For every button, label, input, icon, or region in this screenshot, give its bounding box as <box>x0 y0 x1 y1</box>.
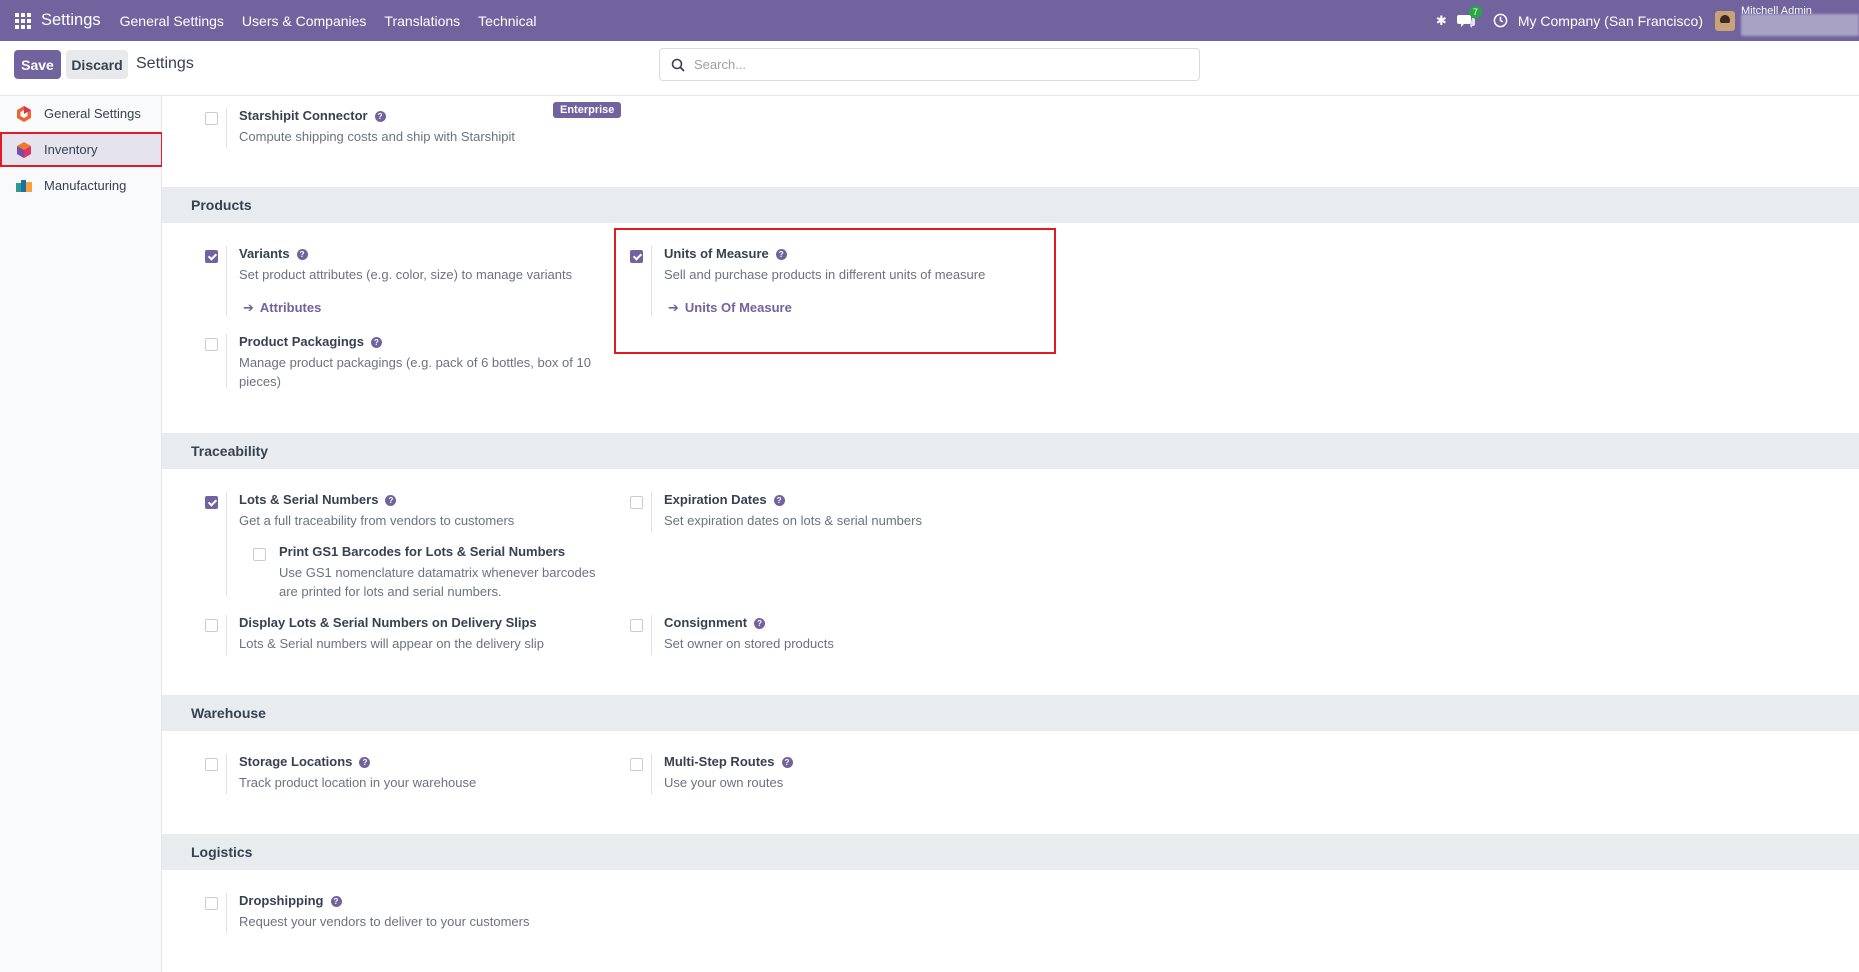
variants-title: Variants <box>239 246 290 261</box>
settings-sidebar: General Settings Inventory Manufacturing <box>0 96 163 972</box>
general-settings-icon <box>17 105 31 122</box>
consignment-desc: Set owner on stored products <box>664 636 834 651</box>
arrow-right-icon: ➔ <box>243 300 254 315</box>
setting-display-lots-delivery: Display Lots & Serial Numbers on Deliver… <box>205 615 625 655</box>
discard-button[interactable]: Discard <box>66 50 128 79</box>
lots-checkbox[interactable] <box>205 496 218 509</box>
chat-count-badge: 7 <box>1468 5 1482 18</box>
setting-starshipit: Starshipit Connector? Enterprise Compute… <box>205 102 622 148</box>
section-warehouse-header: Warehouse <box>162 695 1859 731</box>
search-icon <box>671 58 685 72</box>
activity-clock-icon[interactable] <box>1493 13 1508 28</box>
attributes-link[interactable]: ➔ Attributes <box>243 300 321 316</box>
help-icon[interactable]: ? <box>370 337 382 348</box>
section-traceability-header: Traceability <box>162 433 1859 469</box>
gs1-title: Print GS1 Barcodes for Lots & Serial Num… <box>279 544 566 559</box>
display-lots-desc: Lots & Serial numbers will appear on the… <box>239 636 544 651</box>
dropshipping-checkbox[interactable] <box>205 897 218 910</box>
starshipit-checkbox[interactable] <box>205 112 218 125</box>
help-icon[interactable]: ? <box>330 896 342 907</box>
user-avatar[interactable] <box>1715 10 1735 31</box>
setting-variants: Variants? Set product attributes (e.g. c… <box>205 246 605 316</box>
chat-icon[interactable]: 7 <box>1456 5 1482 29</box>
navbar-systray: ✱ 7 My Company (San Francisco) Mitchell … <box>1436 0 1859 41</box>
consignment-checkbox[interactable] <box>630 619 643 632</box>
help-icon[interactable]: ? <box>296 249 308 260</box>
app-title[interactable]: Settings <box>41 11 101 30</box>
menu-translations[interactable]: Translations <box>384 13 460 29</box>
display-lots-checkbox[interactable] <box>205 619 218 632</box>
sidebar-item-general-settings[interactable]: General Settings <box>0 96 162 131</box>
dropshipping-title: Dropshipping <box>239 893 324 908</box>
multistep-checkbox[interactable] <box>630 758 643 771</box>
user-menu[interactable]: Mitchell Admin <box>1741 0 1859 41</box>
apps-menu-icon[interactable] <box>15 12 31 29</box>
company-switcher[interactable]: My Company (San Francisco) <box>1518 13 1703 29</box>
sidebar-item-label: Inventory <box>44 142 98 157</box>
sidebar-item-inventory[interactable]: Inventory <box>0 132 163 167</box>
highlight-units-of-measure <box>614 228 1056 354</box>
display-lots-title: Display Lots & Serial Numbers on Deliver… <box>239 615 537 630</box>
help-icon[interactable]: ? <box>374 111 386 122</box>
expiration-checkbox[interactable] <box>630 496 643 509</box>
setting-dropshipping: Dropshipping? Request your vendors to de… <box>205 893 605 933</box>
setting-expiration-dates: Expiration Dates? Set expiration dates o… <box>630 492 1030 532</box>
storage-desc: Track product location in your warehouse <box>239 775 477 790</box>
gs1-desc: Use GS1 nomenclature datamatrix whenever… <box>279 565 596 599</box>
user-info-redacted <box>1741 14 1859 36</box>
storage-title: Storage Locations <box>239 754 353 769</box>
variants-desc: Set product attributes (e.g. color, size… <box>239 267 573 282</box>
setting-product-packagings: Product Packagings? Manage product packa… <box>205 334 605 404</box>
help-icon[interactable]: ? <box>359 757 371 768</box>
multistep-title: Multi-Step Routes <box>664 754 775 769</box>
setting-storage-locations: Storage Locations? Track product locatio… <box>205 754 605 794</box>
enterprise-badge: Enterprise <box>553 102 622 118</box>
starshipit-desc: Compute shipping costs and ship with Sta… <box>239 129 516 144</box>
section-products-header: Products <box>162 187 1859 223</box>
help-icon[interactable]: ? <box>773 495 785 506</box>
multistep-desc: Use your own routes <box>664 775 784 790</box>
starshipit-title: Starshipit Connector <box>239 108 368 123</box>
search-input[interactable] <box>694 57 1174 72</box>
sidebar-item-label: Manufacturing <box>44 178 127 193</box>
save-button[interactable]: Save <box>14 50 61 79</box>
packagings-desc: Manage product packagings (e.g. pack of … <box>239 355 591 389</box>
breadcrumb: Settings <box>136 55 194 72</box>
settings-content: Starshipit Connector? Enterprise Compute… <box>162 96 1859 972</box>
search-bar[interactable] <box>659 48 1200 81</box>
lots-desc: Get a full traceability from vendors to … <box>239 513 515 528</box>
expiration-title: Expiration Dates <box>664 492 767 507</box>
help-icon[interactable]: ? <box>781 757 793 768</box>
expiration-desc: Set expiration dates on lots & serial nu… <box>664 513 922 528</box>
top-navbar: Settings General Settings Users & Compan… <box>0 0 1859 41</box>
setting-gs1-barcodes: Print GS1 Barcodes for Lots & Serial Num… <box>253 544 633 604</box>
menu-technical[interactable]: Technical <box>478 13 536 29</box>
sidebar-item-manufacturing[interactable]: Manufacturing <box>0 168 162 203</box>
setting-multi-step-routes: Multi-Step Routes? Use your own routes <box>630 754 1030 794</box>
packagings-title: Product Packagings <box>239 334 364 349</box>
menu-users-companies[interactable]: Users & Companies <box>242 13 367 29</box>
variants-checkbox[interactable] <box>205 250 218 263</box>
lots-title: Lots & Serial Numbers <box>239 492 379 507</box>
section-logistics-header: Logistics <box>162 834 1859 870</box>
inventory-icon <box>17 141 31 158</box>
dropshipping-desc: Request your vendors to deliver to your … <box>239 914 530 929</box>
debug-bug-icon[interactable]: ✱ <box>1436 13 1447 29</box>
control-panel: Save Discard Settings <box>0 41 1859 96</box>
setting-consignment: Consignment? Set owner on stored product… <box>630 615 1030 655</box>
packagings-checkbox[interactable] <box>205 338 218 351</box>
help-icon[interactable]: ? <box>754 618 766 629</box>
storage-checkbox[interactable] <box>205 758 218 771</box>
help-icon[interactable]: ? <box>385 495 397 506</box>
gs1-checkbox[interactable] <box>253 548 266 561</box>
consignment-title: Consignment <box>664 615 748 630</box>
sidebar-item-label: General Settings <box>44 106 141 121</box>
menu-general-settings[interactable]: General Settings <box>120 13 224 29</box>
manufacturing-icon <box>16 179 32 192</box>
